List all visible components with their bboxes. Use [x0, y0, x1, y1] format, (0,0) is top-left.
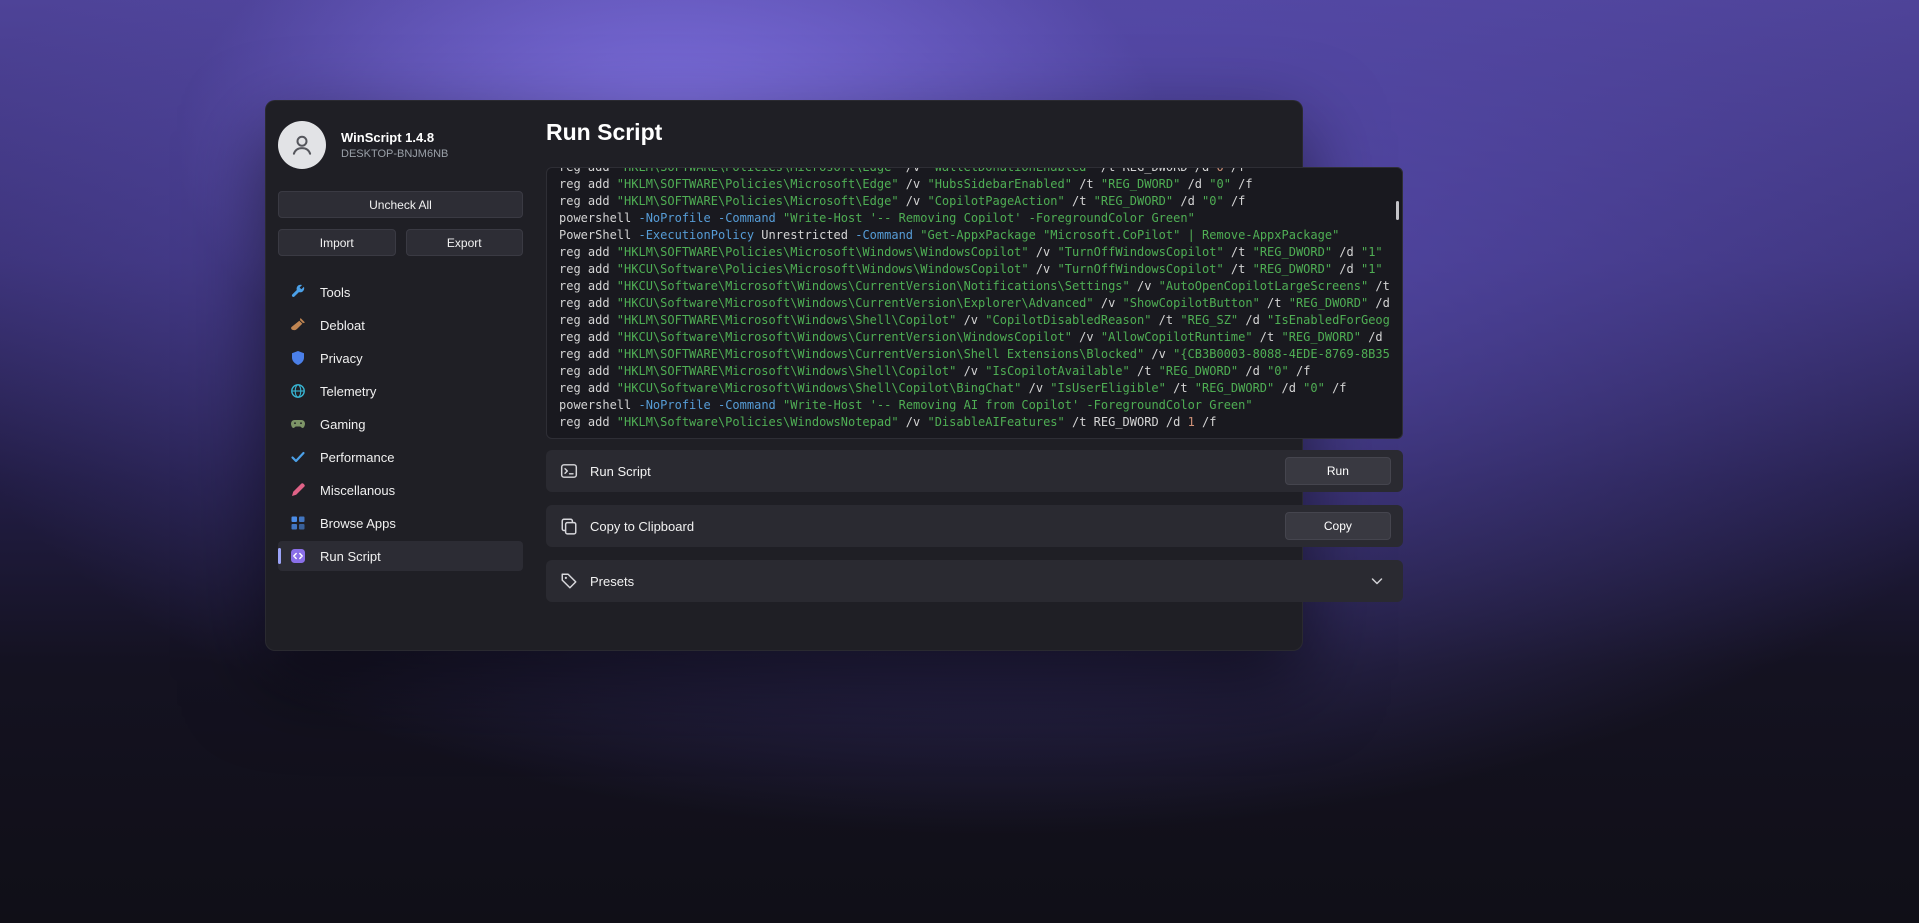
main-content: Run Script reg add "HKLM\SOFTWARE\Polici…	[535, 101, 1413, 650]
sidebar-item-tools[interactable]: Tools	[278, 277, 523, 307]
apps-icon	[290, 515, 306, 531]
device-name: DESKTOP-BNJM6NB	[341, 148, 448, 160]
sidebar-item-label: Browse Apps	[320, 516, 396, 531]
code-line: reg add "HKLM\SOFTWARE\Policies\Microsof…	[559, 167, 1390, 176]
sidebar-item-telemetry[interactable]: Telemetry	[278, 376, 523, 406]
code-line: reg add "HKLM\SOFTWARE\Microsoft\Windows…	[559, 363, 1390, 380]
code-line: reg add "HKCU\Software\Microsoft\Windows…	[559, 329, 1390, 346]
sidebar-item-run-script[interactable]: Run Script	[278, 541, 523, 571]
chevron-down-icon[interactable]	[1369, 573, 1385, 589]
sidebar: WinScript 1.4.8 DESKTOP-BNJM6NB Uncheck …	[266, 101, 535, 650]
code-line: reg add "HKLM\Software\Policies\WindowsN…	[559, 414, 1390, 431]
run-script-icon	[560, 462, 578, 480]
copy-clipboard-label: Copy to Clipboard	[590, 519, 694, 534]
profile: WinScript 1.4.8 DESKTOP-BNJM6NB	[278, 101, 523, 169]
shield-icon	[290, 350, 306, 366]
wrench-icon	[290, 284, 306, 300]
code-line: reg add "HKCU\Software\Microsoft\Windows…	[559, 278, 1390, 295]
copy-icon	[560, 517, 578, 535]
code-line: reg add "HKCU\Software\Microsoft\Windows…	[559, 380, 1390, 397]
copy-clipboard-row: Copy to Clipboard Copy	[546, 505, 1403, 547]
sidebar-item-label: Privacy	[320, 351, 363, 366]
person-icon	[287, 130, 317, 160]
import-button[interactable]: Import	[278, 229, 396, 256]
sidebar-item-performance[interactable]: Performance	[278, 442, 523, 472]
presets-row[interactable]: Presets	[546, 560, 1403, 602]
code-line: reg add "HKLM\SOFTWARE\Policies\Microsof…	[559, 244, 1390, 261]
sidebar-item-browse-apps[interactable]: Browse Apps	[278, 508, 523, 538]
code-line: reg add "HKLM\SOFTWARE\Policies\Microsof…	[559, 176, 1390, 193]
sidebar-item-label: Tools	[320, 285, 350, 300]
presets-label: Presets	[590, 574, 634, 589]
sidebar-item-privacy[interactable]: Privacy	[278, 343, 523, 373]
run-script-label: Run Script	[590, 464, 651, 479]
code-line: reg add "HKLM\SOFTWARE\Microsoft\Windows…	[559, 346, 1390, 363]
import-export-row: Import Export	[278, 229, 523, 256]
gamepad-icon	[290, 416, 306, 432]
sidebar-item-miscellanous[interactable]: Miscellanous	[278, 475, 523, 505]
run-button[interactable]: Run	[1285, 457, 1391, 485]
sidebar-item-gaming[interactable]: Gaming	[278, 409, 523, 439]
avatar	[278, 121, 326, 169]
script-editor[interactable]: reg add "HKLM\SOFTWARE\Policies\Microsof…	[546, 167, 1403, 439]
sidebar-nav: Tools Debloat Privacy Telemetry Gaming Perfor…	[278, 277, 523, 571]
code-line: PowerShell -ExecutionPolicy Unrestricted…	[559, 227, 1390, 244]
code-icon	[290, 548, 306, 564]
sidebar-item-debloat[interactable]: Debloat	[278, 310, 523, 340]
sidebar-item-label: Gaming	[320, 417, 366, 432]
sidebar-item-label: Performance	[320, 450, 394, 465]
globe-icon	[290, 383, 306, 399]
uncheck-all-button[interactable]: Uncheck All	[278, 191, 523, 218]
code-scrollbar[interactable]	[1396, 201, 1399, 220]
code-line: reg add "HKLM\SOFTWARE\Microsoft\Windows…	[559, 312, 1390, 329]
sidebar-item-label: Debloat	[320, 318, 365, 333]
page-title: Run Script	[546, 117, 1403, 147]
sidebar-item-label: Telemetry	[320, 384, 376, 399]
checkmark-icon	[290, 449, 306, 465]
code-line: reg add "HKCU\Software\Microsoft\Windows…	[559, 295, 1390, 312]
tag-icon	[560, 572, 578, 590]
code-line: reg add "HKLM\SOFTWARE\Policies\Microsof…	[559, 193, 1390, 210]
app-title: WinScript 1.4.8	[341, 130, 448, 145]
export-button[interactable]: Export	[406, 229, 524, 256]
sidebar-item-label: Run Script	[320, 549, 381, 564]
code-line: powershell -NoProfile -Command "Write-Ho…	[559, 397, 1390, 414]
sidebar-item-label: Miscellanous	[320, 483, 395, 498]
copy-button[interactable]: Copy	[1285, 512, 1391, 540]
code-line: powershell -NoProfile -Command "Write-Ho…	[559, 210, 1390, 227]
profile-text: WinScript 1.4.8 DESKTOP-BNJM6NB	[341, 130, 448, 160]
run-script-row: Run Script Run	[546, 450, 1403, 492]
code-line: reg add "HKCU\Software\Policies\Microsof…	[559, 261, 1390, 278]
pen-icon	[290, 482, 306, 498]
script-code: reg add "HKLM\SOFTWARE\Policies\Microsof…	[559, 167, 1390, 431]
winscript-window: WinScript 1.4.8 DESKTOP-BNJM6NB Uncheck …	[265, 100, 1303, 651]
broom-icon	[290, 317, 306, 333]
